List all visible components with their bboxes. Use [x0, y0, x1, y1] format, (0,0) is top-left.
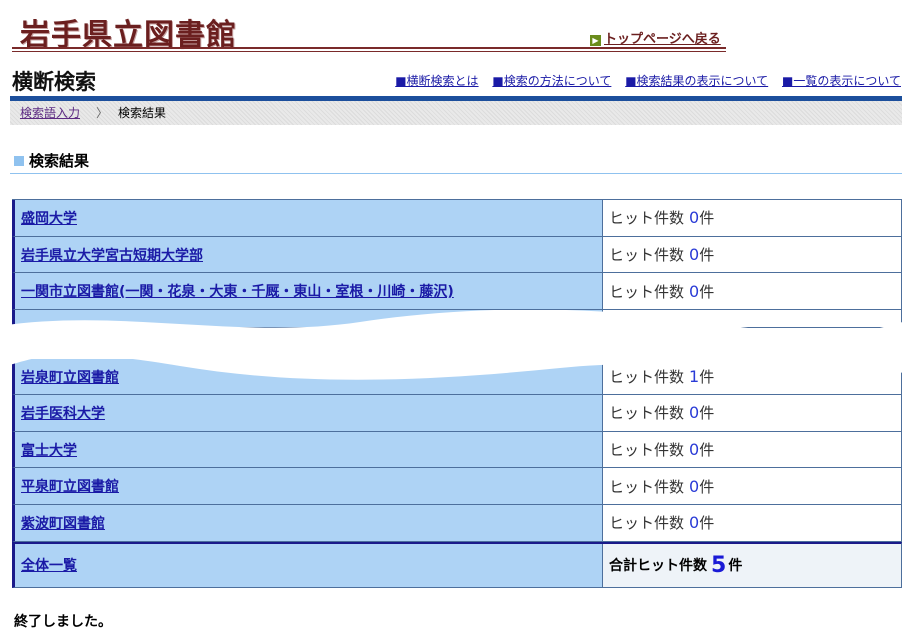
hit-count-cell: ヒット件数 0 件 [603, 395, 901, 431]
hit-label: ヒット件数 [609, 246, 685, 265]
library-link[interactable]: 平泉町立図書館 [21, 476, 119, 496]
hit-count-cell: ヒット件数 0 件 [603, 236, 901, 273]
arrow-right-icon: ▶ [590, 35, 601, 46]
square-bullet-icon [14, 156, 24, 166]
table-row: 紫波町図書館 ヒット件数 0 件 [12, 505, 902, 542]
total-hits-cell: 合計ヒット件数 5 件 [603, 543, 901, 587]
help-link-result-display[interactable]: ■検索結果の表示について [625, 74, 768, 88]
hit-label: ヒット件数 [609, 514, 685, 533]
total-hit-unit: 件 [728, 558, 743, 575]
section-divider [10, 173, 902, 174]
hit-label: ヒット件数 [609, 282, 685, 301]
hit-count: 0 [689, 208, 700, 228]
hit-count: 0 [689, 440, 700, 460]
total-hit-count: 5 [711, 552, 727, 578]
library-link[interactable]: 紫波町図書館 [21, 513, 105, 533]
library-link[interactable]: 岩手県立大学宮古短期大学部 [21, 245, 203, 265]
library-name-cell: 一関市立図書館(一関・花泉・大東・千厩・東山・室根・川崎・藤沢) [15, 273, 603, 310]
hit-count-cell: ヒット件数 0 件 [603, 273, 901, 310]
library-name-cell: 富士大学 [15, 431, 603, 468]
hit-unit: 件 [699, 282, 715, 301]
site-header: 岩手県立図書館 ▶ トップページへ戻る [0, 0, 910, 58]
back-to-top-label: トップページへ戻る [604, 32, 721, 47]
page-title: 横断検索 [12, 70, 96, 94]
help-link-search-method[interactable]: ■検索の方法について [492, 74, 611, 88]
help-link-about[interactable]: ■横断検索とは [395, 74, 478, 88]
status-message: 終了しました。 [14, 614, 112, 630]
hit-unit: 件 [699, 441, 715, 460]
library-link[interactable]: 富士大学 [21, 440, 77, 460]
results-table-top: 盛岡大学 ヒット件数 0 件 岩手県立大学宮古短期大学部 ヒット件数 0 件 一関市立図… [12, 199, 902, 329]
header-divider-thin [12, 51, 726, 52]
hit-count-cell: ヒット件数 0 件 [603, 468, 901, 505]
hit-unit: 件 [699, 209, 715, 228]
library-name-cell: 岩手医科大学 [15, 395, 603, 431]
library-name-cell: 岩手県立大学宮古短期大学部 [15, 236, 603, 273]
all-list-link[interactable]: 全体一覧 [21, 555, 77, 575]
hit-count: 0 [689, 281, 700, 301]
library-link[interactable]: 盛岡大学 [21, 208, 77, 228]
hit-label: ヒット件数 [609, 209, 685, 228]
table-row: 盛岡大学 ヒット件数 0 件 [12, 200, 902, 237]
table-row: 富士大学 ヒット件数 0 件 [12, 431, 902, 469]
table-row: 岩手県立大学宮古短期大学部 ヒット件数 0 件 [12, 236, 902, 274]
total-row: 全体一覧 合計ヒット件数 5 件 [12, 541, 902, 588]
hit-unit: 件 [699, 404, 715, 423]
section-heading-label: 検索結果 [29, 152, 90, 170]
hit-count: 0 [689, 245, 700, 265]
table-row: 岩手医科大学 ヒット件数 0 件 [12, 395, 902, 432]
hit-label: ヒット件数 [609, 477, 685, 496]
torn-edge [0, 310, 910, 380]
library-name-cell: 盛岡大学 [15, 200, 603, 236]
table-row: 一関市立図書館(一関・花泉・大東・千厩・東山・室根・川崎・藤沢) ヒット件数 0 件 [12, 273, 902, 311]
total-hit-label: 合計ヒット件数 [609, 558, 707, 575]
hit-count-cell: ヒット件数 0 件 [603, 200, 901, 236]
help-links: ■横断検索とは ■検索の方法について ■検索結果の表示について ■一覧の表示につ… [385, 72, 901, 89]
library-name-cell: 紫波町図書館 [15, 505, 603, 541]
library-link[interactable]: 岩手医科大学 [21, 403, 105, 423]
breadcrumb-current: 検索結果 [118, 106, 167, 120]
table-row: 平泉町立図書館 ヒット件数 0 件 [12, 468, 902, 506]
hit-count: 0 [689, 476, 700, 496]
hit-unit: 件 [699, 514, 715, 533]
library-name-cell: 平泉町立図書館 [15, 468, 603, 505]
section-heading: 検索結果 [14, 150, 89, 171]
hit-label: ヒット件数 [609, 404, 685, 423]
back-to-top-link[interactable]: ▶ トップページへ戻る [590, 28, 721, 47]
total-list-cell: 全体一覧 [15, 543, 603, 587]
hit-label: ヒット件数 [609, 441, 685, 460]
hit-count: 0 [689, 403, 700, 423]
results-table-bottom: 岩泉町立図書館 ヒット件数 1 件 岩手医科大学 ヒット件数 0 件 富士大学 ヒット件… [12, 359, 902, 588]
library-link[interactable]: 一関市立図書館(一関・花泉・大東・千厩・東山・室根・川崎・藤沢) [21, 281, 454, 301]
breadcrumb-link-search-input[interactable]: 検索語入力 [20, 106, 80, 120]
hit-count: 0 [689, 513, 700, 533]
header-divider [12, 47, 726, 49]
hit-unit: 件 [699, 477, 715, 496]
hit-count-cell: ヒット件数 0 件 [603, 431, 901, 468]
help-link-list-display[interactable]: ■一覧の表示について [782, 74, 901, 88]
breadcrumb-separator: 〉 [96, 106, 109, 120]
hit-unit: 件 [699, 246, 715, 265]
breadcrumb: 検索語入力 〉検索結果 [10, 101, 902, 125]
hit-count-cell: ヒット件数 0 件 [603, 505, 901, 541]
